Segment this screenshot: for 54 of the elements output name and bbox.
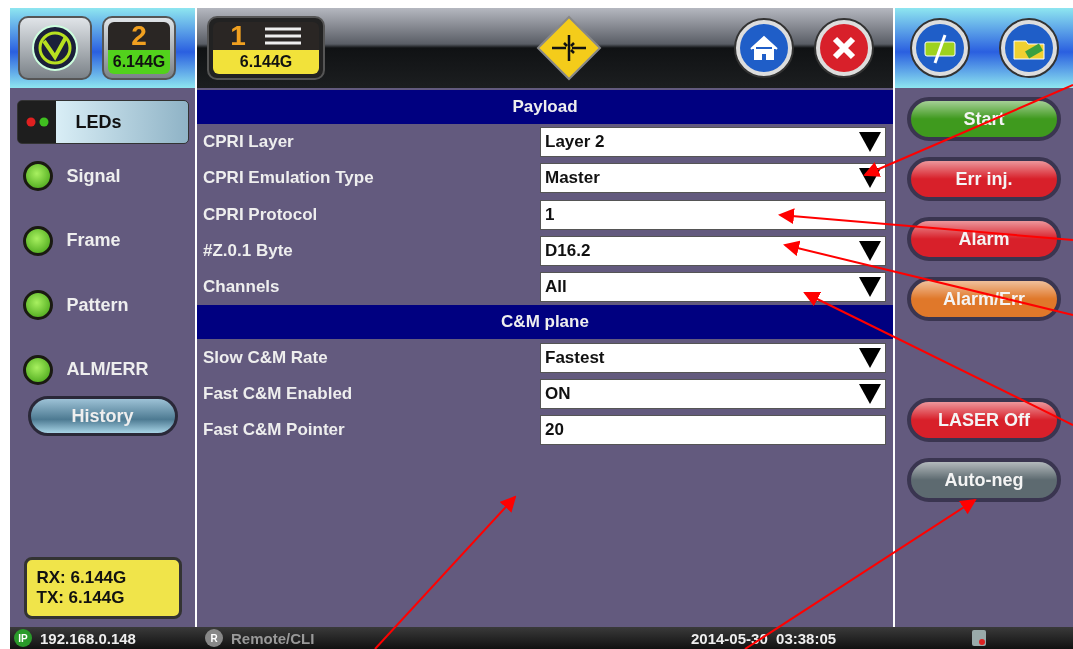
tx-rate: TX: 6.144G <box>36 588 126 608</box>
remote-badge: R <box>205 629 223 647</box>
dropdown-arrow-icon <box>859 241 881 262</box>
dropdown-field[interactable]: Layer 2 <box>540 127 886 158</box>
ip-badge: IP <box>14 629 32 647</box>
dropdown-arrow-icon <box>859 383 881 404</box>
dropdown-field[interactable]: D16.2 <box>540 236 886 267</box>
dropdown-arrow-icon <box>859 132 881 153</box>
field-label: #Z.0.1 Byte <box>202 241 294 262</box>
action-button[interactable]: Auto-neg <box>907 458 1061 502</box>
action-button[interactable]: LASER Off <box>907 398 1061 442</box>
led-label: Frame <box>66 230 121 252</box>
field-label: CPRI Emulation Type <box>202 168 375 189</box>
field-label: Fast C&M Enabled <box>202 383 354 404</box>
battery-icon[interactable] <box>908 17 971 79</box>
port-rate: 6.144G <box>108 50 170 74</box>
led-label: ALM/ERR <box>66 359 149 381</box>
menu-icon <box>263 26 302 46</box>
action-button[interactable]: Err inj. <box>907 157 1061 201</box>
port-rate: 6.144G <box>213 50 319 74</box>
input-field[interactable]: 1 <box>540 199 886 230</box>
dropdown-field[interactable]: Master <box>540 163 886 194</box>
field-label: Slow C&M Rate <box>202 347 329 368</box>
dropdown-arrow-icon <box>859 168 881 189</box>
leds-button[interactable]: LEDs <box>16 100 189 144</box>
port-number: 2 <box>131 22 147 50</box>
logo-icon <box>30 23 80 73</box>
port-button[interactable]: 2 6.144G <box>102 16 176 80</box>
home-icon[interactable] <box>733 17 795 79</box>
laser-warning-icon[interactable] <box>536 15 602 81</box>
section-header: Payload <box>197 90 893 124</box>
dropdown-arrow-icon <box>859 347 881 368</box>
section-header: C&M plane <box>197 305 893 340</box>
dropdown-field[interactable]: All <box>540 272 886 303</box>
ip-address: 192.168.0.148 <box>40 629 137 647</box>
led-label: Pattern <box>66 294 129 316</box>
dropdown-arrow-icon <box>859 277 881 298</box>
folder-icon[interactable] <box>997 17 1060 79</box>
field-label: Channels <box>202 277 281 298</box>
rx-rate: RX: 6.144G <box>36 568 128 588</box>
dropdown-field[interactable]: ON <box>540 378 886 409</box>
field-label: Fast C&M Pointer <box>202 420 346 441</box>
port-number: 1 <box>230 22 246 50</box>
port-button[interactable]: 1 6.144G <box>207 16 325 80</box>
field-label: CPRI Layer <box>202 132 295 153</box>
remote-status: Remote/CLI <box>231 629 316 647</box>
logo-button[interactable] <box>18 16 92 80</box>
field-label: CPRI Protocol <box>202 204 319 225</box>
led-label: Signal <box>66 165 121 187</box>
leds-icon <box>25 117 50 127</box>
action-button[interactable]: Alarm <box>907 217 1061 261</box>
dropdown-field[interactable]: Fastest <box>540 342 886 373</box>
input-field[interactable]: 20 <box>540 415 886 446</box>
close-icon[interactable] <box>813 17 875 79</box>
